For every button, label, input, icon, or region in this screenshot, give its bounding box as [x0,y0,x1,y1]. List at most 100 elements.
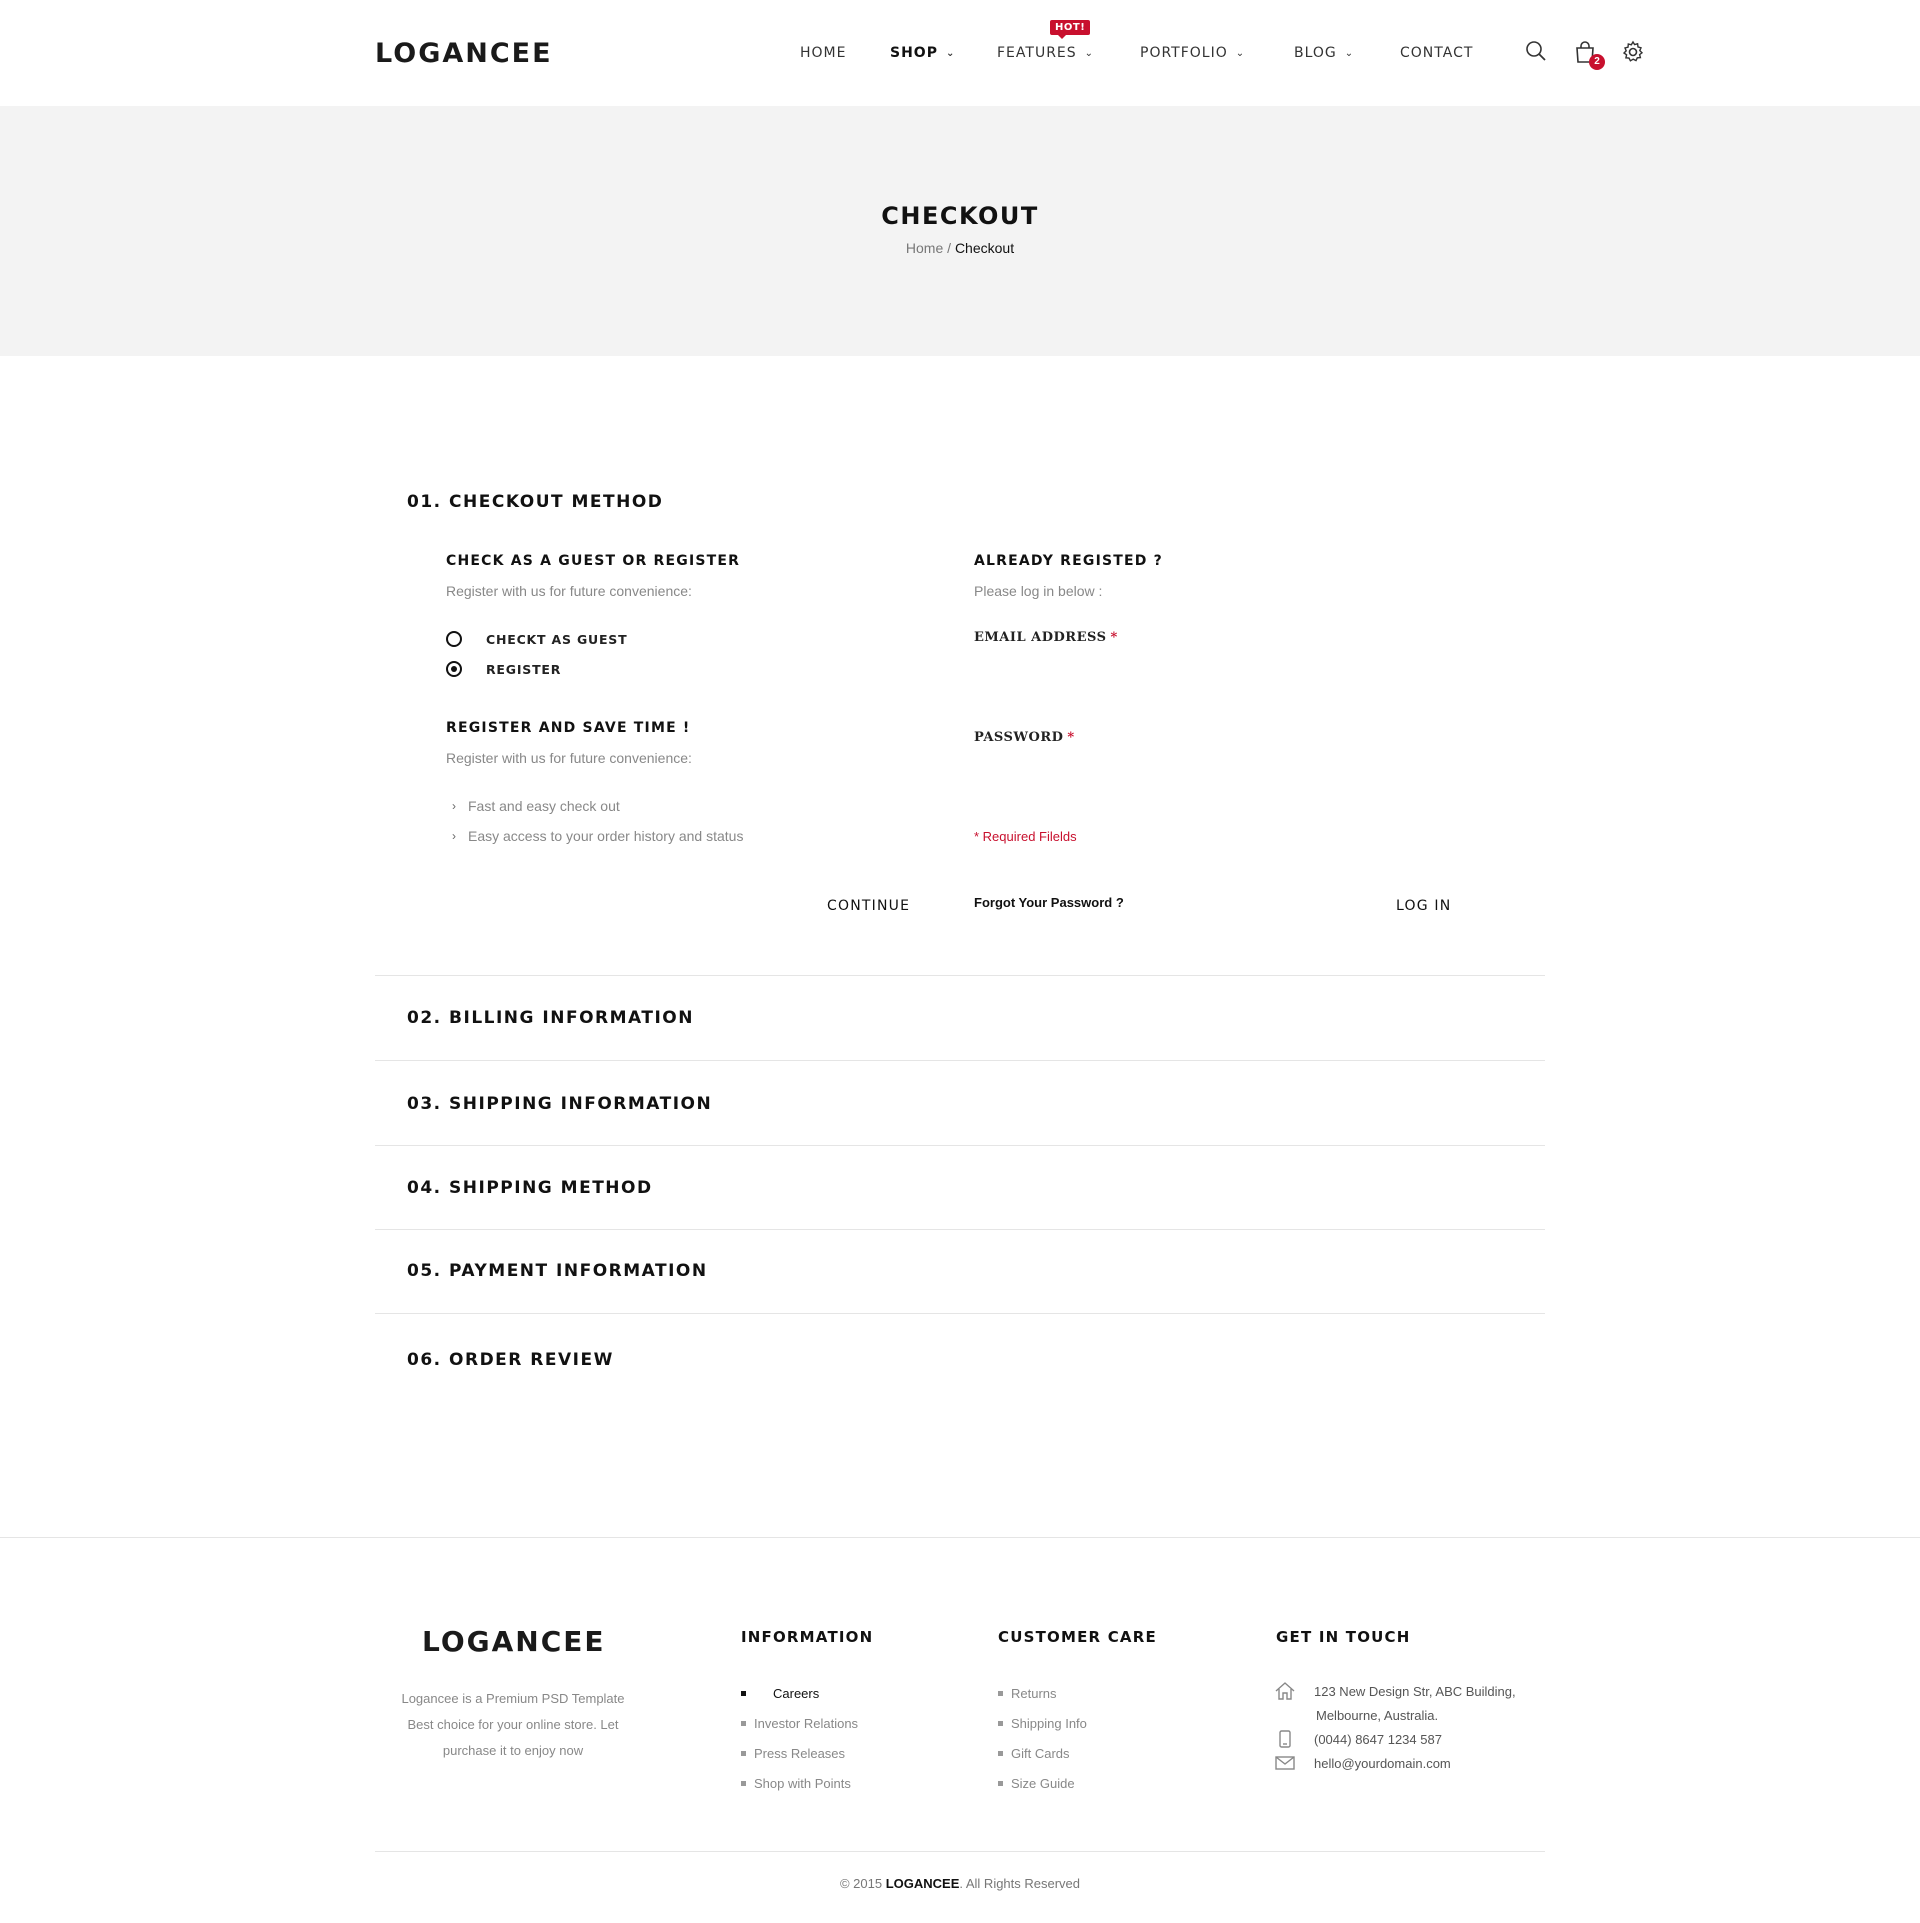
benefit-item: › Easy access to your order history and … [452,828,743,844]
footer-get-in-touch-title: GET IN TOUCH [1276,1628,1411,1646]
phone-icon [1274,1728,1296,1750]
footer-phone: (0044) 8647 1234 587 [1274,1728,1442,1752]
register-save-heading: REGISTER AND SAVE TIME ! [446,720,691,736]
radio-guest[interactable]: CHECKT AS GUEST [446,631,627,647]
section-order-review-title[interactable]: 06. ORDER REVIEW [407,1350,614,1370]
page-title-band: CHECKOUT Home / Checkout [0,106,1920,356]
nav-features-label: FEATURES [997,45,1077,61]
hot-badge: HOT! [1050,20,1091,39]
footer-link-press-releases[interactable]: Press Releases [741,1738,858,1768]
required-asterisk: * [1110,630,1118,645]
email-field[interactable] [974,652,1454,682]
section-divider [375,1229,1545,1230]
chevron-down-icon: ⌄ [945,47,956,59]
register-save-subtext: Register with us for future convenience: [446,750,692,766]
required-asterisk: * [1067,730,1075,745]
footer-customer-care-list: Returns Shipping Info Gift Cards Size Gu… [998,1678,1087,1798]
benefit-text: Fast and easy check out [468,798,620,814]
section-divider [375,1313,1545,1314]
section-payment-title[interactable]: 05. PAYMENT INFORMATION [407,1261,708,1281]
password-label-text: PASSWORD [974,730,1064,745]
nav-blog[interactable]: BLOG ⌄ [1294,45,1354,61]
radio-guest-control[interactable] [446,631,462,647]
nav-portfolio[interactable]: PORTFOLIO ⌄ [1140,45,1245,61]
address-line-2: Melbourne, Australia. [1316,1708,1439,1723]
login-heading: ALREADY REGISTED ? [974,553,1164,569]
password-label: PASSWORD * [974,730,1075,745]
radio-guest-label: CHECKT AS GUEST [486,631,628,647]
footer-link-shipping-info[interactable]: Shipping Info [998,1708,1087,1738]
header-icons: 2 [1525,40,1669,70]
nav-shop-label: SHOP [890,45,938,61]
footer-link-shop-with-points[interactable]: Shop with Points [741,1768,858,1798]
password-field[interactable] [974,752,1454,782]
nav-contact[interactable]: CONTACT [1400,45,1473,61]
cart-count-badge: 2 [1589,54,1605,70]
copyright-divider [375,1851,1545,1852]
continue-button[interactable]: CONTINUE [827,898,910,914]
section-shipping-method-title[interactable]: 04. SHIPPING METHOD [407,1178,653,1198]
email-label: EMAIL ADDRESS * [974,630,1118,645]
email-label-text: EMAIL ADDRESS [974,630,1107,645]
nav-home[interactable]: HOME [800,45,846,61]
guest-register-heading: CHECK AS A GUEST OR REGISTER [446,553,741,569]
breadcrumb: Home / Checkout [0,240,1920,256]
home-icon [1274,1680,1296,1702]
chevron-right-icon: › [452,799,456,813]
section-divider [375,1145,1545,1146]
copyright: © 2015 LOGANCEE. All Rights Reserved [0,1876,1920,1891]
chevron-down-icon: ⌄ [1084,47,1095,59]
footer-about-text: Logancee is a Premium PSD Template Best … [401,1691,625,1758]
section-checkout-method-title[interactable]: 01. CHECKOUT METHOD [407,492,663,512]
nav-portfolio-label: PORTFOLIO [1140,45,1228,61]
footer-email: hello@yourdomain.com [1274,1752,1451,1776]
footer-link-careers[interactable]: Careers [741,1678,858,1708]
footer-link-size-guide[interactable]: Size Guide [998,1768,1087,1798]
nav-features[interactable]: HOT! FEATURES ⌄ [997,20,1095,61]
mail-icon [1274,1752,1296,1774]
chevron-down-icon: ⌄ [1344,47,1355,59]
section-shipping-info-title[interactable]: 03. SHIPPING INFORMATION [407,1094,712,1114]
footer-information-list: Careers Investor Relations Press Release… [741,1678,858,1798]
footer-link-gift-cards[interactable]: Gift Cards [998,1738,1087,1768]
phone-number[interactable]: (0044) 8647 1234 587 [1314,1728,1442,1752]
section-billing-title[interactable]: 02. BILLING INFORMATION [407,1008,694,1028]
breadcrumb-home[interactable]: Home [906,240,943,256]
search-icon[interactable] [1525,40,1549,64]
address-line-1: 123 New Design Str, ABC Building, [1314,1684,1516,1699]
section-divider [375,1060,1545,1061]
footer-divider [0,1537,1920,1538]
footer-logo[interactable]: LOGANCEE [422,1625,606,1658]
nav-blog-label: BLOG [1294,45,1337,61]
required-fields-note: * Required Filelds [974,829,1077,844]
footer-link-returns[interactable]: Returns [998,1678,1087,1708]
copyright-suffix: . All Rights Reserved [959,1876,1081,1891]
chevron-right-icon: › [452,829,456,843]
footer-information-title: INFORMATION [741,1628,874,1646]
footer-link-investor-relations[interactable]: Investor Relations [741,1708,858,1738]
breadcrumb-separator: / [943,240,955,256]
footer-customer-care-title: CUSTOMER CARE [998,1628,1157,1646]
footer-address: 123 New Design Str, ABC Building, Melbou… [1274,1680,1516,1728]
page-title: CHECKOUT [881,202,1039,230]
radio-register-label: REGISTER [486,661,562,677]
nav-shop[interactable]: SHOP ⌄ [890,45,955,61]
chevron-down-icon: ⌄ [1235,47,1246,59]
section-divider [375,975,1545,976]
nav-home-label: HOME [800,45,847,61]
email-address[interactable]: hello@yourdomain.com [1314,1752,1451,1776]
site-logo[interactable]: LOGANCEE [375,38,553,69]
breadcrumb-current: Checkout [954,240,1015,256]
site-header: LOGANCEE HOME SHOP ⌄ HOT! FEATURES ⌄ POR… [0,0,1920,106]
benefit-text: Easy access to your order history and st… [468,828,744,844]
login-subtext: Please log in below : [974,583,1103,599]
cart-icon[interactable]: 2 [1573,40,1605,70]
radio-register-control[interactable] [446,661,462,677]
gear-icon[interactable] [1621,40,1645,64]
guest-register-subtext: Register with us for future convenience: [446,583,692,599]
login-button[interactable]: LOG IN [1396,898,1451,914]
benefit-item: › Fast and easy check out [452,798,620,814]
radio-register[interactable]: REGISTER [446,661,561,677]
copyright-prefix: © 2015 [839,1876,886,1891]
forgot-password-link[interactable]: Forgot Your Password ? [974,895,1124,910]
